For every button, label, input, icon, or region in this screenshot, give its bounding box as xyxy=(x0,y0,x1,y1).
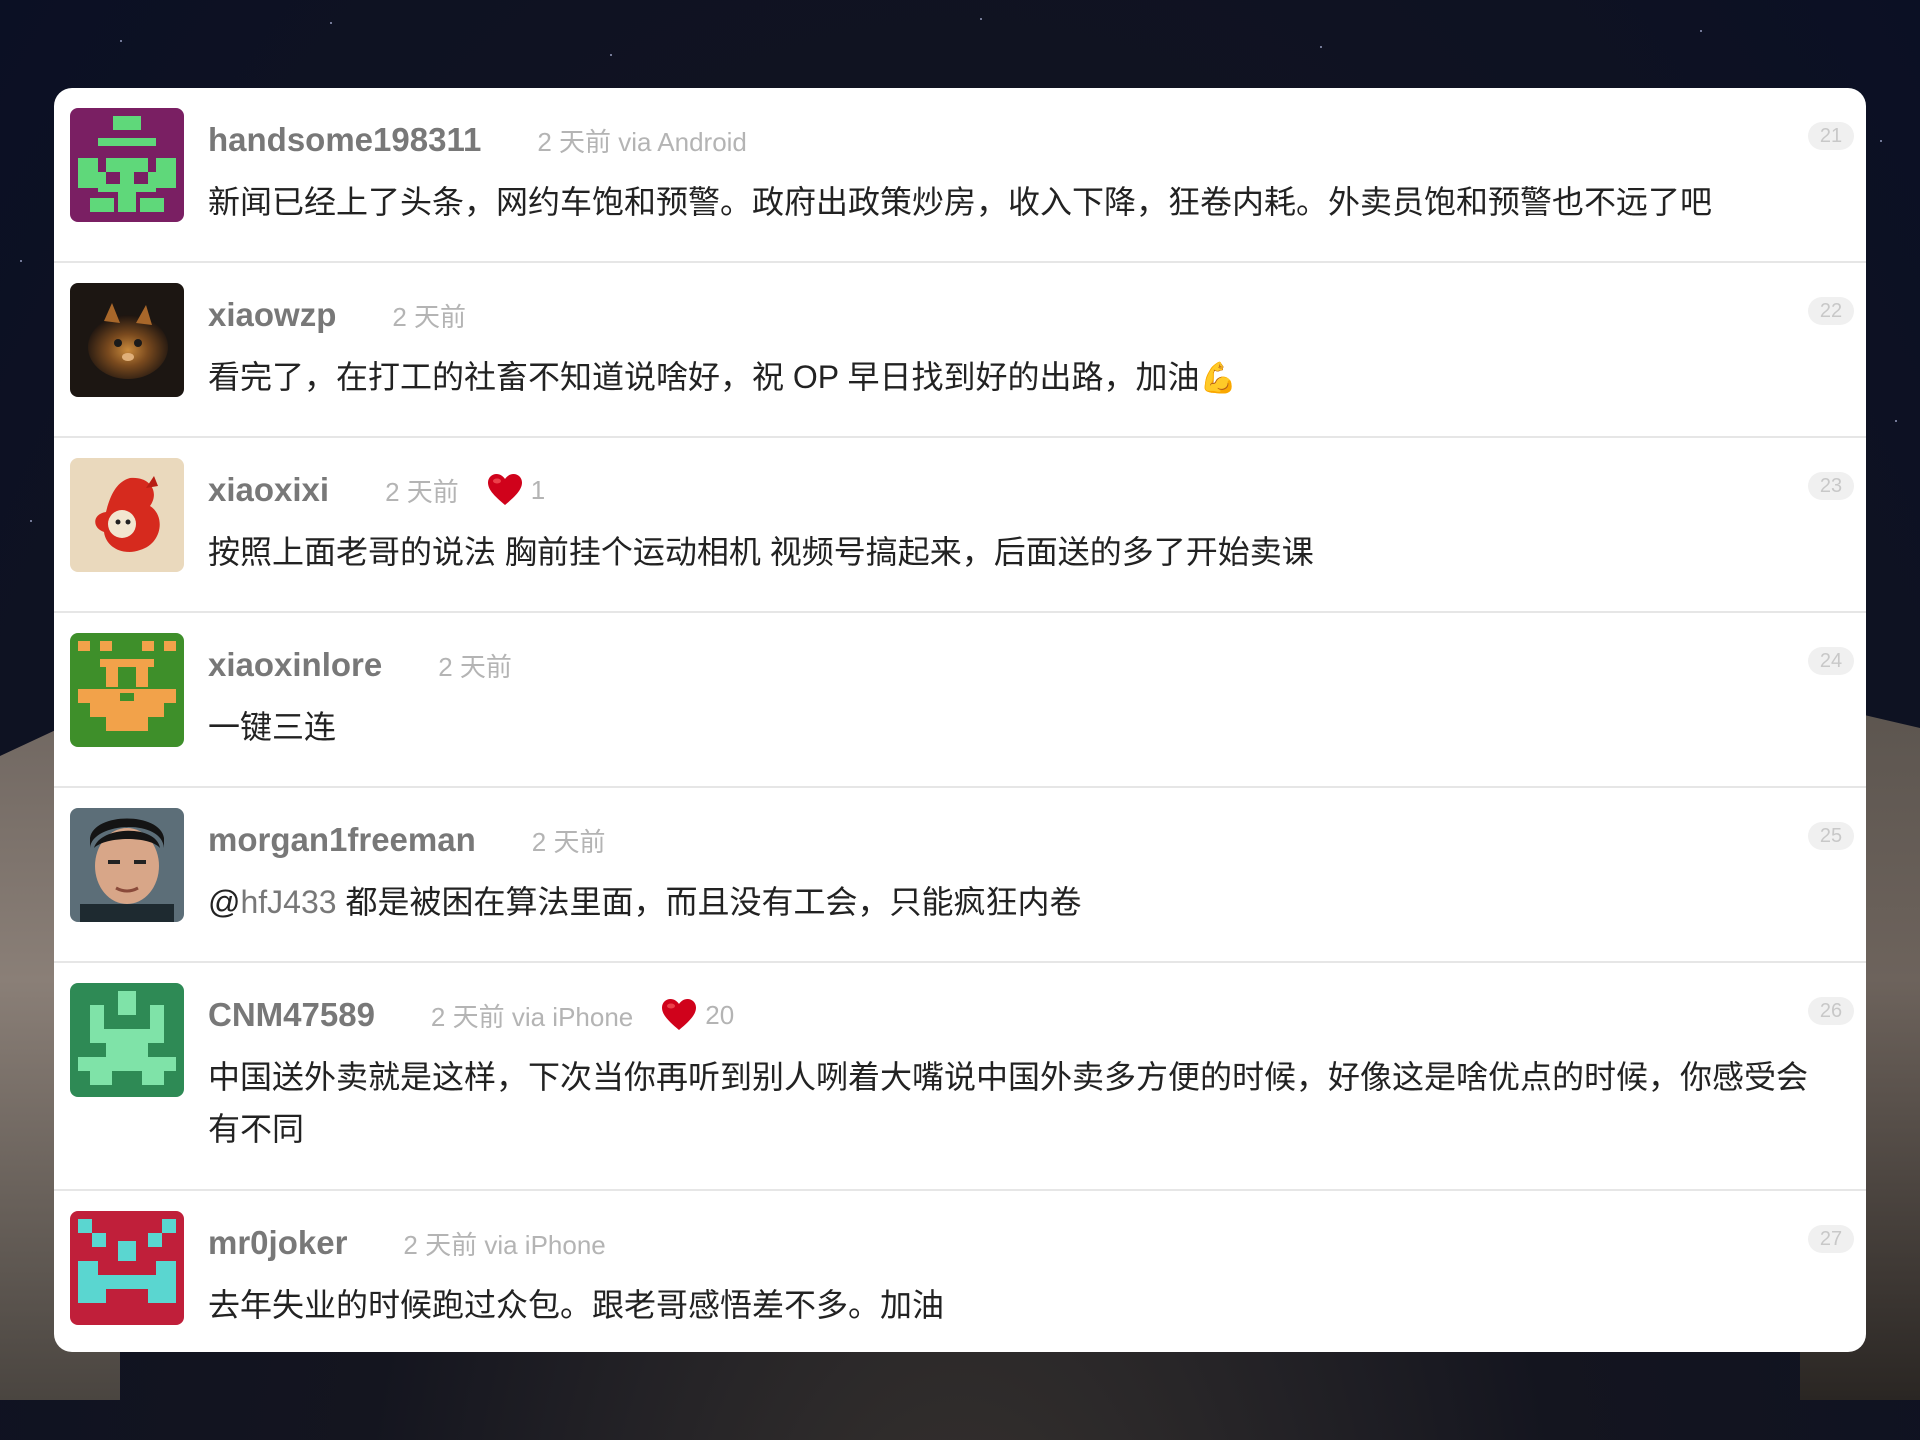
comment-text: 按照上面老哥的说法 胸前挂个运动相机 视频号搞起来，后面送的多了开始卖课 xyxy=(208,534,1314,570)
comment-text: 新闻已经上了头条，网约车饱和预警。政府出政策炒房，收入下降，狂卷内耗。外卖员饱和… xyxy=(208,184,1713,220)
comment-content: mr0joker 2 天前 via iPhone 去年失业的时候跑过众包。跟老哥… xyxy=(208,1211,1838,1352)
username-link[interactable]: xiaoxixi xyxy=(208,471,329,509)
timestamp: 2 天前 xyxy=(392,301,467,332)
comment-row: xiaoxixi 2 天前 1 按照上面老哥的说法 胸前挂个运动相机 视频号搞起… xyxy=(54,438,1866,613)
like-button[interactable]: 1 xyxy=(487,473,545,507)
timestamp: 2 天前 via iPhone xyxy=(430,1001,634,1032)
comment-row: xiaowzp 2 天前 看完了，在打工的社畜不知道说啥好，祝 OP 早日找到好… xyxy=(54,263,1866,438)
comment-text: 看完了，在打工的社畜不知道说啥好，祝 OP 早日找到好的出路，加油💪 xyxy=(208,351,1838,425)
comment-content: handsome198311 2 天前 via Android 新闻已经上了头条… xyxy=(208,108,1838,261)
comment-text: 去年失业的时候跑过众包。跟老哥感悟差不多。加油 xyxy=(208,1287,945,1323)
username-link[interactable]: mr0joker xyxy=(208,1224,347,1262)
comment-meta: xiaoxinlore 2 天前 xyxy=(208,645,1838,685)
comments-card: handsome198311 2 天前 via Android 新闻已经上了头条… xyxy=(54,88,1866,1352)
pixel-avatar-icon xyxy=(70,108,184,222)
comment-row: handsome198311 2 天前 via Android 新闻已经上了头条… xyxy=(54,88,1866,263)
user-avatar[interactable] xyxy=(70,808,184,922)
floor-number-badge[interactable]: 22 xyxy=(1808,297,1854,325)
user-avatar[interactable] xyxy=(70,283,184,397)
flexed-biceps-icon: 💪 xyxy=(1199,362,1237,395)
comment-text: @hfJ433 都是被困在算法里面，而且没有工会，只能疯狂内卷 xyxy=(208,876,1838,948)
comment-meta: xiaoxixi 2 天前 1 xyxy=(208,470,1838,510)
comment-text: 中国送外卖就是这样，下次当你再听到别人咧着大嘴说中国外卖多方便的时候，好像这是啥… xyxy=(208,1059,1809,1147)
floor-number-badge[interactable]: 21 xyxy=(1808,122,1854,150)
username-link[interactable]: CNM47589 xyxy=(208,996,375,1034)
pixel-avatar-icon xyxy=(70,1211,184,1325)
comment-content: xiaoxixi 2 天前 1 按照上面老哥的说法 胸前挂个运动相机 视频号搞起… xyxy=(208,458,1838,611)
comment-meta: xiaowzp 2 天前 xyxy=(208,295,1838,335)
timestamp: 2 天前 xyxy=(385,476,459,507)
comment-content: morgan1freeman 2 天前 @hfJ433 都是被困在算法里面，而且… xyxy=(208,808,1838,961)
red-figure-photo-icon xyxy=(70,458,184,572)
username-link[interactable]: xiaowzp xyxy=(208,296,336,334)
floor-number-badge[interactable]: 27 xyxy=(1808,1225,1854,1253)
comment-text: 一键三连 xyxy=(208,709,337,745)
pixel-avatar-icon xyxy=(70,633,184,747)
comment-row: mr0joker 2 天前 via iPhone 去年失业的时候跑过众包。跟老哥… xyxy=(54,1191,1866,1352)
floor-number-badge[interactable]: 23 xyxy=(1808,472,1854,500)
like-count: 20 xyxy=(705,999,735,1030)
comment-meta: CNM47589 2 天前 via iPhone 20 xyxy=(208,995,1838,1035)
comment-text-body: 看完了，在打工的社畜不知道说啥好，祝 OP 早日找到好的出路，加油 xyxy=(208,359,1200,395)
user-avatar[interactable] xyxy=(70,108,184,222)
comment-row: morgan1freeman 2 天前 @hfJ433 都是被困在算法里面，而且… xyxy=(54,788,1866,963)
username-link[interactable]: handsome198311 xyxy=(208,121,481,159)
like-count: 1 xyxy=(530,474,546,505)
comment-row: xiaoxinlore 2 天前 一键三连 24 xyxy=(54,613,1866,788)
mention-link[interactable]: hfJ433 xyxy=(240,884,336,920)
user-avatar[interactable] xyxy=(70,1211,184,1325)
floor-number-badge[interactable]: 25 xyxy=(1808,822,1854,850)
user-avatar[interactable] xyxy=(70,458,184,572)
username-link[interactable]: morgan1freeman xyxy=(208,821,476,859)
timestamp: 2 天前 xyxy=(531,826,606,857)
timestamp: 2 天前 xyxy=(438,651,512,682)
comment-text-body: 都是被困在算法里面，而且没有工会，只能疯狂内卷 xyxy=(336,884,1082,920)
comment-content: xiaowzp 2 天前 看完了，在打工的社畜不知道说啥好，祝 OP 早日找到好… xyxy=(208,283,1838,436)
heart-icon xyxy=(487,474,522,505)
comment-meta: morgan1freeman 2 天前 xyxy=(208,820,1838,860)
username-link[interactable]: xiaoxinlore xyxy=(208,646,382,684)
floor-number-badge[interactable]: 26 xyxy=(1808,997,1854,1025)
user-avatar[interactable] xyxy=(70,983,184,1097)
comment-meta: handsome198311 2 天前 via Android xyxy=(208,120,1838,160)
heart-icon xyxy=(662,999,697,1030)
pixel-avatar-icon xyxy=(70,983,184,1097)
timestamp: 2 天前 via iPhone xyxy=(403,1229,606,1260)
comment-content: CNM47589 2 天前 via iPhone 20 中国送外卖就是这样，下次… xyxy=(208,983,1838,1189)
comment-row: CNM47589 2 天前 via iPhone 20 中国送外卖就是这样，下次… xyxy=(54,963,1866,1191)
timestamp: 2 天前 via Android xyxy=(537,126,747,157)
man-photo-icon xyxy=(70,808,184,922)
floor-number-badge[interactable]: 24 xyxy=(1808,647,1854,675)
like-button[interactable]: 20 xyxy=(661,998,734,1032)
cat-photo-icon xyxy=(70,283,184,397)
comment-meta: mr0joker 2 天前 via iPhone xyxy=(208,1223,1838,1263)
mention-prefix: @ xyxy=(208,884,241,920)
comment-content: xiaoxinlore 2 天前 一键三连 xyxy=(208,633,1838,786)
user-avatar[interactable] xyxy=(70,633,184,747)
